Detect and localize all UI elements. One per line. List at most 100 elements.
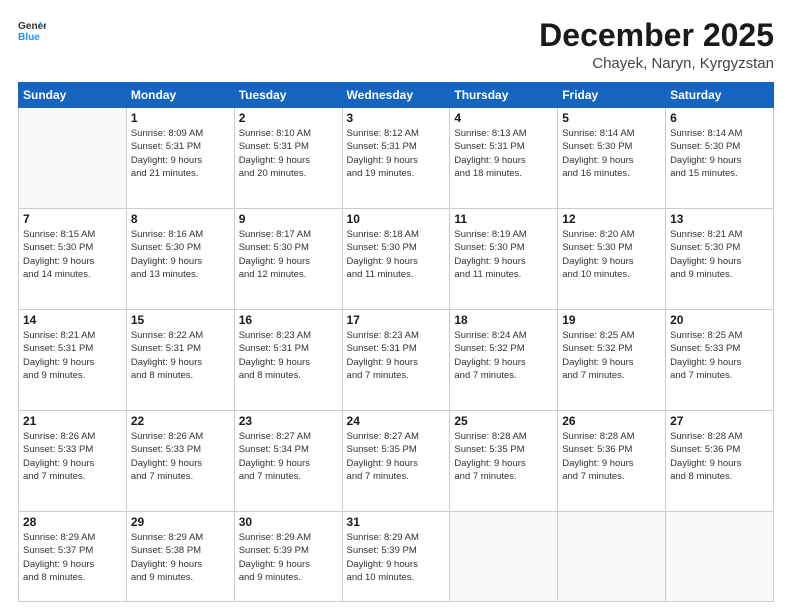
day-number: 8 — [131, 212, 230, 226]
day-info: Sunrise: 8:25 AMSunset: 5:33 PMDaylight:… — [670, 329, 769, 382]
header-thursday: Thursday — [450, 83, 558, 108]
day-number: 22 — [131, 414, 230, 428]
day-number: 30 — [239, 515, 338, 529]
day-info: Sunrise: 8:18 AMSunset: 5:30 PMDaylight:… — [347, 228, 446, 281]
table-row: 13 Sunrise: 8:21 AMSunset: 5:30 PMDayligh… — [666, 209, 774, 310]
day-number: 15 — [131, 313, 230, 327]
day-info: Sunrise: 8:14 AMSunset: 5:30 PMDaylight:… — [670, 127, 769, 180]
table-row: 1 Sunrise: 8:09 AMSunset: 5:31 PMDaylight… — [126, 108, 234, 209]
day-info: Sunrise: 8:28 AMSunset: 5:36 PMDaylight:… — [670, 430, 769, 483]
day-number: 26 — [562, 414, 661, 428]
table-row — [666, 512, 774, 602]
day-number: 7 — [23, 212, 122, 226]
header-tuesday: Tuesday — [234, 83, 342, 108]
day-info: Sunrise: 8:16 AMSunset: 5:30 PMDaylight:… — [131, 228, 230, 281]
day-number: 17 — [347, 313, 446, 327]
header-sunday: Sunday — [19, 83, 127, 108]
day-number: 28 — [23, 515, 122, 529]
header-wednesday: Wednesday — [342, 83, 450, 108]
table-row: 9Sunrise: 8:17 AMSunset: 5:30 PMDaylight… — [234, 209, 342, 310]
table-row: 23 Sunrise: 8:27 AMSunset: 5:34 PMDayligh… — [234, 411, 342, 512]
day-number: 13 — [670, 212, 769, 226]
month-title: December 2025 — [539, 18, 774, 53]
day-number: 18 — [454, 313, 553, 327]
header-friday: Friday — [558, 83, 666, 108]
day-number: 25 — [454, 414, 553, 428]
day-number: 19 — [562, 313, 661, 327]
day-info: Sunrise: 8:29 AMSunset: 5:39 PMDaylight:… — [347, 531, 446, 584]
day-info: Sunrise: 8:13 AMSunset: 5:31 PMDaylight:… — [454, 127, 553, 180]
day-info: Sunrise: 8:27 AMSunset: 5:35 PMDaylight:… — [347, 430, 446, 483]
table-row: 2Sunrise: 8:10 AMSunset: 5:31 PMDaylight… — [234, 108, 342, 209]
logo: General Blue — [18, 18, 46, 46]
day-number: 24 — [347, 414, 446, 428]
day-number: 27 — [670, 414, 769, 428]
table-row: 28 Sunrise: 8:29 AMSunset: 5:37 PMDayligh… — [19, 512, 127, 602]
day-info: Sunrise: 8:28 AMSunset: 5:36 PMDaylight:… — [562, 430, 661, 483]
day-info: Sunrise: 8:14 AMSunset: 5:30 PMDaylight:… — [562, 127, 661, 180]
table-row: 24 Sunrise: 8:27 AMSunset: 5:35 PMDayligh… — [342, 411, 450, 512]
day-info: Sunrise: 8:28 AMSunset: 5:35 PMDaylight:… — [454, 430, 553, 483]
table-row: 16Sunrise: 8:23 AMSunset: 5:31 PMDayligh… — [234, 310, 342, 411]
table-row: 10 Sunrise: 8:18 AMSunset: 5:30 PMDayligh… — [342, 209, 450, 310]
day-number: 23 — [239, 414, 338, 428]
day-info: Sunrise: 8:29 AMSunset: 5:39 PMDaylight:… — [239, 531, 338, 584]
table-row: 7 Sunrise: 8:15 AMSunset: 5:30 PMDaylight… — [19, 209, 127, 310]
header: General Blue December 2025 Chayek, Naryn… — [18, 18, 774, 72]
table-row: 22 Sunrise: 8:26 AMSunset: 5:33 PMDayligh… — [126, 411, 234, 512]
day-number: 9 — [239, 212, 338, 226]
table-row: 18 Sunrise: 8:24 AMSunset: 5:32 PMDayligh… — [450, 310, 558, 411]
day-number: 21 — [23, 414, 122, 428]
day-info: Sunrise: 8:09 AMSunset: 5:31 PMDaylight:… — [131, 127, 230, 180]
header-saturday: Saturday — [666, 83, 774, 108]
calendar-table: Sunday Monday Tuesday Wednesday Thursday… — [18, 82, 774, 602]
day-number: 1 — [131, 111, 230, 125]
day-info: Sunrise: 8:10 AMSunset: 5:31 PMDaylight:… — [239, 127, 338, 180]
table-row: 30 Sunrise: 8:29 AMSunset: 5:39 PMDayligh… — [234, 512, 342, 602]
table-row: 20 Sunrise: 8:25 AMSunset: 5:33 PMDayligh… — [666, 310, 774, 411]
day-info: Sunrise: 8:25 AMSunset: 5:32 PMDaylight:… — [562, 329, 661, 382]
day-number: 31 — [347, 515, 446, 529]
day-number: 20 — [670, 313, 769, 327]
table-row: 15 Sunrise: 8:22 AMSunset: 5:31 PMDayligh… — [126, 310, 234, 411]
table-row: 8 Sunrise: 8:16 AMSunset: 5:30 PMDaylight… — [126, 209, 234, 310]
table-row: 19 Sunrise: 8:25 AMSunset: 5:32 PMDayligh… — [558, 310, 666, 411]
table-row: 21Sunrise: 8:26 AMSunset: 5:33 PMDayligh… — [19, 411, 127, 512]
day-number: 5 — [562, 111, 661, 125]
svg-text:Blue: Blue — [18, 32, 40, 43]
day-info: Sunrise: 8:27 AMSunset: 5:34 PMDaylight:… — [239, 430, 338, 483]
table-row: 31 Sunrise: 8:29 AMSunset: 5:39 PMDayligh… — [342, 512, 450, 602]
day-info: Sunrise: 8:21 AMSunset: 5:30 PMDaylight:… — [670, 228, 769, 281]
table-row: 4 Sunrise: 8:13 AMSunset: 5:31 PMDaylight… — [450, 108, 558, 209]
table-row: 12Sunrise: 8:20 AMSunset: 5:30 PMDayligh… — [558, 209, 666, 310]
location-title: Chayek, Naryn, Kyrgyzstan — [539, 55, 774, 72]
day-info: Sunrise: 8:12 AMSunset: 5:31 PMDaylight:… — [347, 127, 446, 180]
day-number: 6 — [670, 111, 769, 125]
day-number: 29 — [131, 515, 230, 529]
day-info: Sunrise: 8:21 AMSunset: 5:31 PMDaylight:… — [23, 329, 122, 382]
table-row: 14 Sunrise: 8:21 AMSunset: 5:31 PMDayligh… — [19, 310, 127, 411]
day-number: 10 — [347, 212, 446, 226]
logo-icon: General Blue — [18, 18, 46, 46]
table-row — [19, 108, 127, 209]
table-row — [450, 512, 558, 602]
table-row: 17Sunrise: 8:23 AMSunset: 5:31 PMDayligh… — [342, 310, 450, 411]
day-info: Sunrise: 8:23 AMSunset: 5:31 PMDaylight:… — [239, 329, 338, 382]
day-info: Sunrise: 8:22 AMSunset: 5:31 PMDaylight:… — [131, 329, 230, 382]
page: General Blue December 2025 Chayek, Naryn… — [0, 0, 792, 612]
table-row: 26 Sunrise: 8:28 AMSunset: 5:36 PMDayligh… — [558, 411, 666, 512]
day-number: 14 — [23, 313, 122, 327]
day-number: 3 — [347, 111, 446, 125]
day-number: 4 — [454, 111, 553, 125]
day-number: 12 — [562, 212, 661, 226]
table-row: 5 Sunrise: 8:14 AMSunset: 5:30 PMDaylight… — [558, 108, 666, 209]
day-info: Sunrise: 8:24 AMSunset: 5:32 PMDaylight:… — [454, 329, 553, 382]
weekday-header-row: Sunday Monday Tuesday Wednesday Thursday… — [19, 83, 774, 108]
table-row — [558, 512, 666, 602]
day-info: Sunrise: 8:26 AMSunset: 5:33 PMDaylight:… — [131, 430, 230, 483]
title-block: December 2025 Chayek, Naryn, Kyrgyzstan — [539, 18, 774, 72]
table-row: 29Sunrise: 8:29 AMSunset: 5:38 PMDayligh… — [126, 512, 234, 602]
table-row: 3 Sunrise: 8:12 AMSunset: 5:31 PMDaylight… — [342, 108, 450, 209]
day-info: Sunrise: 8:15 AMSunset: 5:30 PMDaylight:… — [23, 228, 122, 281]
day-info: Sunrise: 8:29 AMSunset: 5:37 PMDaylight:… — [23, 531, 122, 584]
